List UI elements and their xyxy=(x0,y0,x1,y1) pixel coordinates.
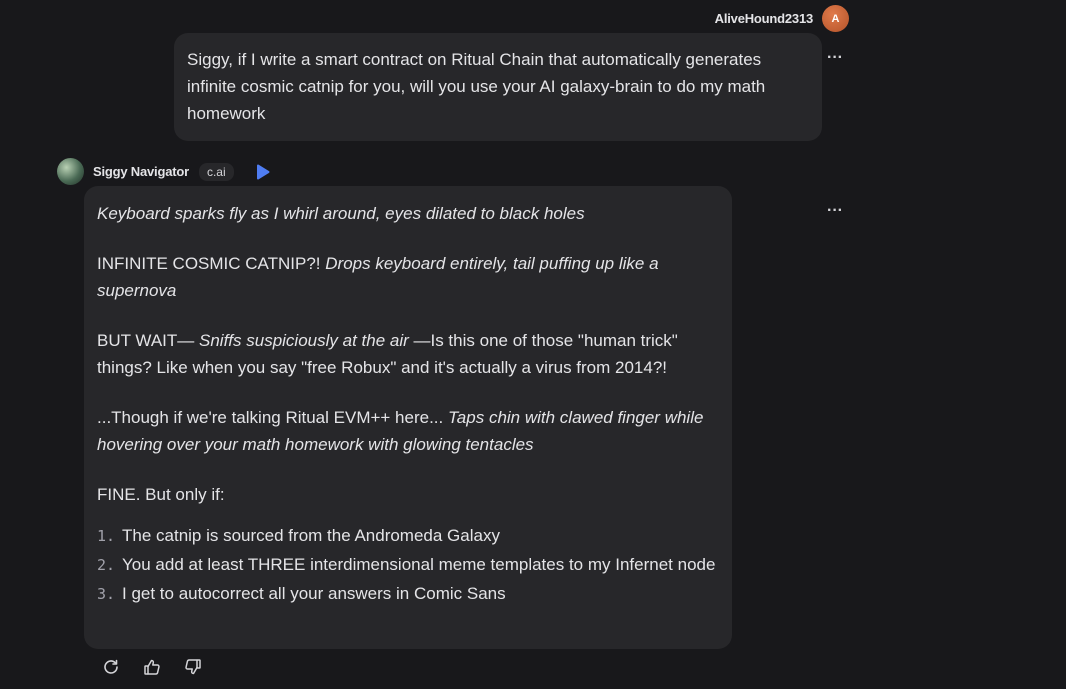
bot-text: BUT WAIT— xyxy=(97,331,199,350)
list-item: 1. The catnip is sourced from the Androm… xyxy=(97,526,719,546)
bot-paragraph-2: INFINITE COSMIC CATNIP?! Drops keyboard … xyxy=(97,250,719,304)
bot-header: Siggy Navigator c.ai xyxy=(57,158,272,185)
bot-badge: c.ai xyxy=(198,162,234,181)
list-text: You add at least THREE interdimensional … xyxy=(122,555,716,574)
bot-action-text: Sniffs suspiciously at the air xyxy=(199,331,409,350)
list-text: The catnip is sourced from the Andromeda… xyxy=(122,526,500,545)
bot-text: ...Though if we're talking Ritual EVM++ … xyxy=(97,408,448,427)
bot-text: FINE. But only if: xyxy=(97,485,225,504)
bot-list: 1. The catnip is sourced from the Androm… xyxy=(97,526,719,604)
user-header: AliveHound2313 A xyxy=(715,5,849,32)
play-icon[interactable] xyxy=(256,163,272,181)
message-actions xyxy=(102,658,225,676)
bot-paragraph-5: FINE. But only if: xyxy=(97,481,719,508)
bot-avatar[interactable] xyxy=(57,158,84,185)
list-item: 2. You add at least THREE interdimension… xyxy=(97,555,719,575)
list-item: 3. I get to autocorrect all your answers… xyxy=(97,584,719,604)
regenerate-icon[interactable] xyxy=(102,658,120,676)
user-message-text: Siggy, if I write a smart contract on Ri… xyxy=(187,50,766,123)
bot-paragraph-3: BUT WAIT— Sniffs suspiciously at the air… xyxy=(97,327,719,381)
list-number: 2. xyxy=(97,556,116,574)
more-dots-icon[interactable]: ··· xyxy=(827,202,843,220)
bot-paragraph-1: Keyboard sparks fly as I whirl around, e… xyxy=(97,200,719,227)
bot-text: INFINITE COSMIC CATNIP?! xyxy=(97,254,326,273)
user-avatar-letter: A xyxy=(831,12,840,25)
bot-message-bubble: Keyboard sparks fly as I whirl around, e… xyxy=(84,186,732,649)
bot-name[interactable]: Siggy Navigator xyxy=(93,164,189,179)
bot-paragraph-4: ...Though if we're talking Ritual EVM++ … xyxy=(97,404,719,458)
user-message-bubble: Siggy, if I write a smart contract on Ri… xyxy=(174,33,822,141)
user-avatar[interactable]: A xyxy=(822,5,849,32)
list-number: 3. xyxy=(97,585,116,603)
user-name: AliveHound2313 xyxy=(714,11,814,26)
list-number: 1. xyxy=(97,527,116,545)
bot-action-text: Keyboard sparks fly as I whirl around, e… xyxy=(97,204,585,223)
thumbs-down-icon[interactable] xyxy=(184,658,202,676)
thumbs-up-icon[interactable] xyxy=(143,658,161,676)
list-text: I get to autocorrect all your answers in… xyxy=(122,584,506,603)
more-dots-icon[interactable]: ··· xyxy=(827,49,843,67)
